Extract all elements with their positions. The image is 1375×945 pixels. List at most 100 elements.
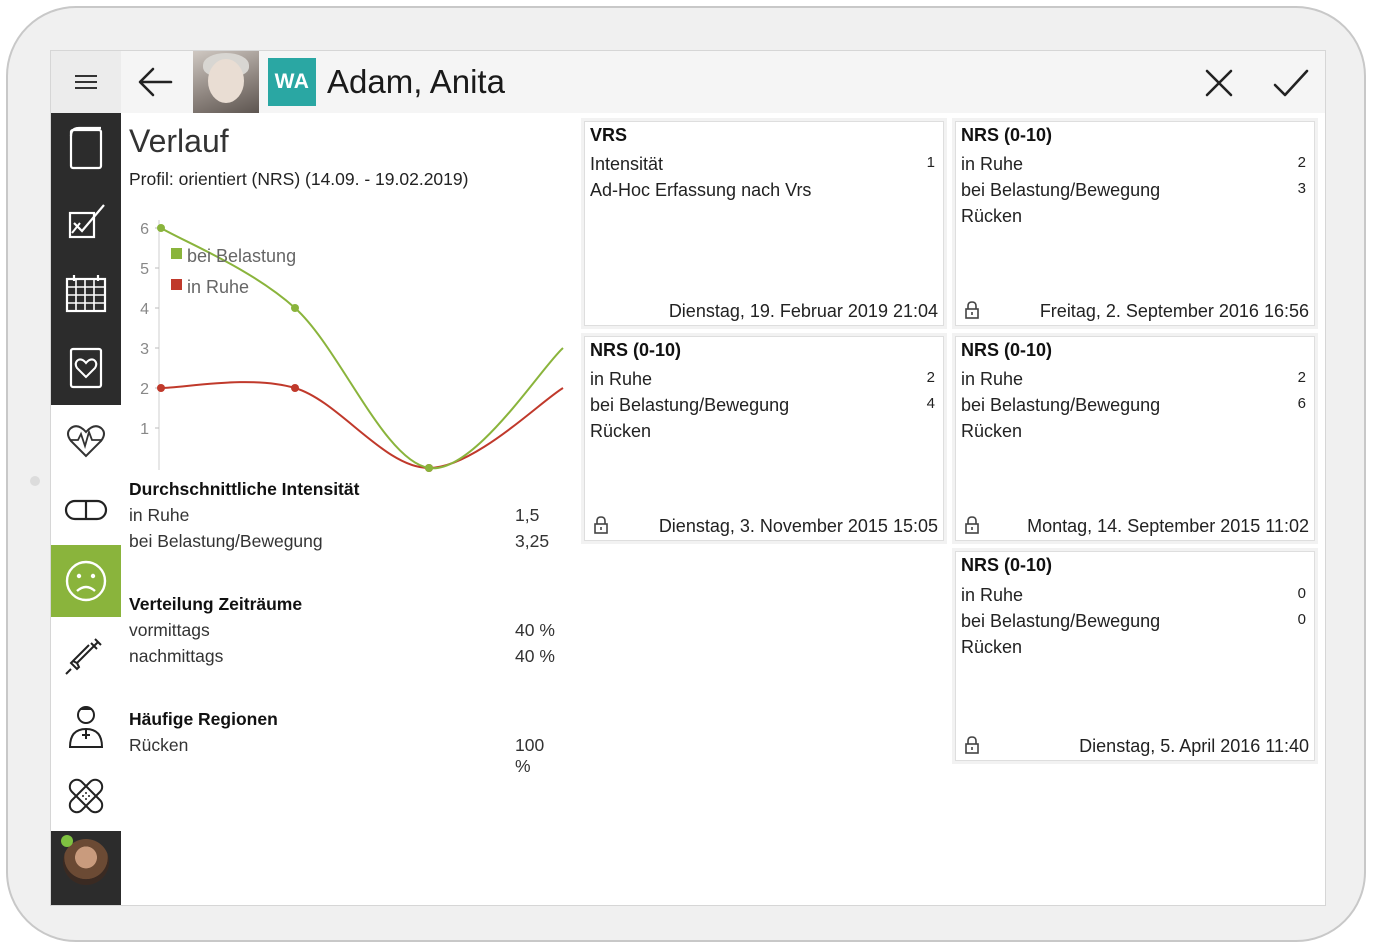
card-title: NRS (0-10): [961, 555, 1053, 575]
card-row-label: in Ruhe: [961, 154, 1024, 174]
stat-row: bei Belastung/Bewegung 3,25: [129, 531, 563, 552]
syringe-icon: [65, 638, 102, 675]
y-tick-label: 4: [140, 301, 149, 318]
online-status-dot: [61, 835, 73, 847]
card-row-label: Ad-Hoc Erfassung nach Vrs: [590, 180, 812, 200]
stat-label: vormittags: [129, 620, 210, 640]
sidebar-item-pain[interactable]: [51, 545, 121, 617]
card-row: Rücken: [590, 421, 935, 442]
stat-value: 1,5: [515, 505, 540, 525]
calendar-icon: [65, 275, 107, 313]
stat-value: 40 %: [515, 620, 555, 640]
y-tick-label: 3: [140, 341, 149, 358]
checklist-icon: [68, 204, 105, 239]
card-row-label: bei Belastung/Bewegung: [590, 395, 790, 415]
page-title: Verlauf: [129, 123, 229, 159]
card-row-label: in Ruhe: [590, 369, 653, 389]
profile-info: Profil: orientiert (NRS) (14.09. - 19.02…: [129, 169, 469, 189]
stat-label: in Ruhe: [129, 505, 190, 525]
sidebar-item-injections[interactable]: [51, 617, 121, 691]
assessment-card[interactable]: VRS Intensität 1 Ad-Hoc Erfassung nach V…: [584, 121, 944, 326]
data-point: [425, 464, 433, 472]
data-point: [291, 384, 299, 392]
card-row: Intensität 1: [590, 154, 935, 175]
menu-button[interactable]: [51, 51, 121, 113]
assessment-card[interactable]: NRS (0-10) in Ruhe 0 bei Belastung/Beweg…: [955, 551, 1315, 761]
lock-icon: [594, 516, 608, 534]
card-row-label: bei Belastung/Bewegung: [961, 611, 1161, 631]
card-row-value: 0: [1297, 585, 1306, 602]
back-button[interactable]: [133, 61, 177, 103]
card-row: Ad-Hoc Erfassung nach Vrs: [590, 180, 935, 201]
legend-swatch: [171, 248, 182, 259]
card-row-label: Intensität: [590, 154, 664, 174]
patient-badge: WA: [268, 58, 316, 106]
card-timestamp: Montag, 14. September 2015 11:02: [1027, 516, 1309, 536]
series-line: [160, 381, 564, 470]
stat-label: Rücken: [129, 735, 189, 755]
card-row: in Ruhe 2: [961, 154, 1306, 175]
assessment-card[interactable]: NRS (0-10) in Ruhe 2 bei Belastung/Beweg…: [955, 336, 1315, 541]
legend-label: in Ruhe: [187, 277, 249, 297]
card-row-label: Rücken: [961, 637, 1023, 657]
book-icon: [69, 126, 103, 170]
card-row: in Ruhe 2: [961, 369, 1306, 390]
assessment-card[interactable]: NRS (0-10) in Ruhe 2 bei Belastung/Beweg…: [584, 336, 944, 541]
card-row-label: bei Belastung/Bewegung: [961, 395, 1161, 415]
app-screen: WA Adam, Anita Verlauf Profil: orientier…: [50, 50, 1326, 906]
y-tick-label: 6: [140, 221, 149, 238]
card-row: bei Belastung/Bewegung 3: [961, 180, 1306, 201]
sidebar-item-tasks[interactable]: [51, 183, 121, 259]
heartbeat-icon: [67, 425, 105, 458]
y-tick-label: 2: [140, 381, 149, 398]
card-row: Rücken: [961, 206, 1306, 227]
sidebar-item-wounds[interactable]: [51, 761, 121, 831]
card-row-label: Rücken: [961, 421, 1023, 441]
arrow-left-icon: [138, 67, 173, 97]
confirm-button[interactable]: [1271, 65, 1311, 101]
stat-row: vormittags 40 %: [129, 620, 563, 641]
stat-row: in Ruhe 1,5: [129, 505, 563, 526]
sidebar-item-medication[interactable]: [51, 475, 121, 545]
card-row-value: 3: [1297, 180, 1306, 197]
assessment-card[interactable]: NRS (0-10) in Ruhe 2 bei Belastung/Beweg…: [955, 121, 1315, 326]
card-title: VRS: [590, 125, 628, 145]
sidebar-item-calendar[interactable]: [51, 259, 121, 329]
card-timestamp: Dienstag, 5. April 2016 11:40: [1079, 736, 1309, 756]
close-button[interactable]: [1201, 65, 1237, 101]
card-row-label: in Ruhe: [961, 585, 1024, 605]
stat-row: nachmittags 40 %: [129, 646, 563, 667]
sidebar-item-vitals[interactable]: [51, 405, 121, 475]
user-avatar-button[interactable]: [51, 831, 121, 905]
card-row: in Ruhe 2: [590, 369, 935, 390]
lock-icon: [965, 736, 979, 754]
stat-value: 100 %: [515, 735, 545, 776]
legend-label: bei Belastung: [187, 246, 296, 266]
stat-label: bei Belastung/Bewegung: [129, 531, 323, 551]
card-row-label: in Ruhe: [961, 369, 1024, 389]
lock-icon: [965, 516, 979, 534]
card-row-label: bei Belastung/Bewegung: [961, 180, 1161, 200]
data-point: [157, 384, 165, 392]
patient-photo: [193, 51, 259, 113]
card-row: bei Belastung/Bewegung 4: [590, 395, 935, 416]
sad-face-icon: [65, 560, 107, 602]
doctor-icon: [68, 706, 104, 748]
card-row: bei Belastung/Bewegung 6: [961, 395, 1306, 416]
card-timestamp: Freitag, 2. September 2016 16:56: [1039, 301, 1309, 321]
checkmark-icon: [1273, 69, 1309, 97]
sidebar-item-doctor[interactable]: [51, 691, 121, 761]
sidebar-item-care-plan[interactable]: [51, 329, 121, 405]
camera-dot: [30, 476, 40, 486]
legend-swatch: [171, 279, 182, 290]
lock-icon: [965, 301, 979, 319]
card-row-value: 2: [1297, 369, 1306, 386]
card-row: bei Belastung/Bewegung 0: [961, 611, 1306, 632]
card-title: NRS (0-10): [961, 125, 1053, 145]
patient-name: Adam, Anita: [327, 63, 505, 100]
card-row-value: 6: [1297, 395, 1306, 412]
sidebar-item-documents[interactable]: [51, 113, 121, 183]
pill-icon: [64, 499, 108, 521]
stat-row: Rücken 100 %: [129, 735, 563, 777]
stats-heading-regions: Häufige Regionen: [129, 709, 278, 729]
